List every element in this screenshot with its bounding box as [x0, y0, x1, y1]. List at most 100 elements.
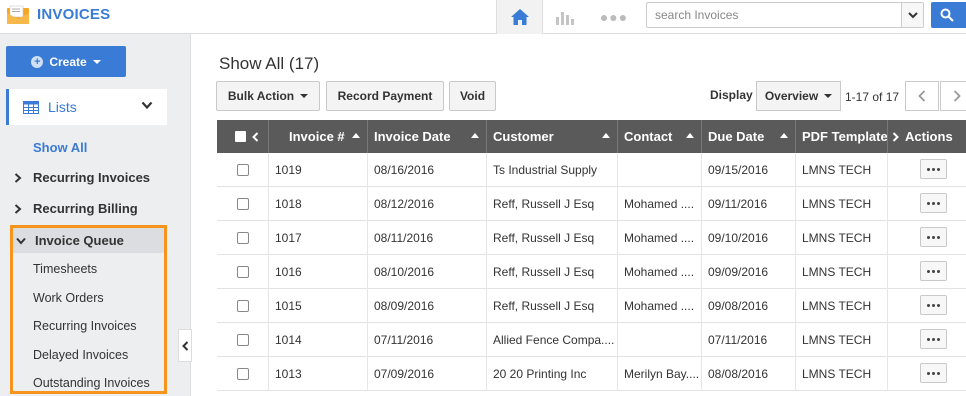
sidebar-item-invoice-queue[interactable]: Invoice Queue [13, 228, 164, 253]
cell-invoice-date-text: 08/11/2016 [374, 231, 434, 245]
row-actions-button[interactable] [920, 295, 947, 315]
cell-invoice-date: 08/11/2016 [368, 221, 487, 255]
row-checkbox[interactable] [237, 266, 249, 278]
chevron-right-icon [953, 90, 961, 102]
search-filter-dropdown[interactable] [901, 3, 923, 27]
cell-customer-text: 20 20 Printing Inc [493, 367, 587, 381]
cell-pdf-template: LMNS TECH [796, 187, 888, 221]
chevron-left-icon[interactable] [252, 131, 259, 142]
column-label: Customer [493, 129, 554, 144]
row-checkbox[interactable] [237, 198, 249, 210]
plus-icon: + [31, 55, 44, 68]
cell-contact-text: Mohamed .... [624, 231, 695, 245]
queue-item-recurring-invoices[interactable]: Recurring Invoices [33, 319, 137, 333]
column-label: Invoice Date [374, 129, 451, 144]
cell-invoice-number-text: 1013 [275, 367, 302, 381]
table-row[interactable]: 1014 07/11/2016 Allied Fence Compa.... 07/1… [217, 323, 966, 357]
cell-customer: Reff, Russell J Esq [487, 187, 618, 221]
row-actions-button[interactable] [920, 261, 947, 281]
cell-contact: Mohamed .... [618, 187, 702, 221]
row-actions-button[interactable] [920, 363, 947, 383]
column-invoice-number[interactable]: Invoice # [269, 120, 368, 153]
row-actions-button[interactable] [920, 159, 947, 179]
row-checkbox[interactable] [237, 232, 249, 244]
ellipsis-icon [927, 269, 940, 273]
sidebar: + Create Lists Show All Recurring Invoic… [0, 34, 191, 396]
sidebar-item-label: Recurring Invoices [33, 170, 151, 185]
show-all-link[interactable]: Show All [33, 140, 87, 155]
cell-contact [618, 323, 702, 357]
table-row[interactable]: 1013 07/09/2016 20 20 Printing Inc Merilyn … [217, 357, 966, 391]
cell-invoice-date-text: 08/12/2016 [374, 197, 435, 211]
table-row[interactable]: 1018 08/12/2016 Reff, Russell J Esq Mohamed… [217, 187, 966, 221]
table-row[interactable]: 1017 08/11/2016 Reff, Russell J Esq Mohamed… [217, 221, 966, 255]
cell-contact-text: Mohamed .... [624, 197, 695, 211]
ellipsis-icon [927, 167, 940, 171]
bulk-action-button[interactable]: Bulk Action [216, 81, 320, 111]
chevron-left-icon [918, 90, 926, 102]
row-checkbox[interactable] [237, 368, 249, 380]
column-actions[interactable]: Actions [888, 120, 966, 153]
queue-item-delayed-invoices[interactable]: Delayed Invoices [33, 348, 128, 362]
sort-up-icon [352, 133, 360, 138]
chevron-down-icon [141, 101, 153, 110]
column-pdf-template[interactable]: PDF Template [796, 120, 888, 153]
record-payment-button[interactable]: Record Payment [326, 81, 444, 111]
ellipsis-icon [927, 337, 940, 341]
create-button[interactable]: + Create [6, 46, 126, 77]
cell-due-date-text: 07/11/2016 [708, 333, 768, 347]
column-label: Contact [624, 129, 673, 144]
invoice-queue-section: Invoice Queue Timesheets Work Orders Rec… [10, 225, 167, 394]
void-button[interactable]: Void [449, 81, 496, 111]
sidebar-collapse-button[interactable] [178, 329, 192, 362]
table-row[interactable]: 1019 08/16/2016 Ts Industrial Supply 09/15/… [217, 153, 966, 187]
select-all-checkbox[interactable] [235, 131, 246, 142]
sidebar-item-recurring-billing[interactable]: Recurring Billing [14, 201, 138, 216]
next-page-button[interactable] [940, 81, 966, 111]
record-payment-label: Record Payment [337, 89, 433, 103]
cell-invoice-number: 1018 [269, 187, 368, 221]
search-input[interactable] [647, 3, 901, 27]
column-customer[interactable]: Customer [487, 120, 618, 153]
cell-pdf-template-text: LMNS TECH [802, 231, 872, 245]
cell-due-date-text: 09/09/2016 [708, 265, 769, 279]
home-tab[interactable] [496, 0, 543, 34]
row-checkbox[interactable] [237, 164, 249, 176]
display-select[interactable]: Overview [756, 81, 841, 111]
chevron-down-icon [907, 11, 918, 18]
page-title: Show All (17) [219, 54, 320, 73]
cell-invoice-number-text: 1018 [275, 197, 302, 211]
table-row[interactable]: 1015 08/09/2016 Reff, Russell J Esq Mohamed… [217, 289, 966, 323]
cell-actions [888, 187, 966, 221]
more-tab[interactable]: ●●● [590, 0, 638, 34]
column-due-date[interactable]: Due Date [702, 120, 796, 153]
row-checkbox[interactable] [237, 300, 249, 312]
cell-invoice-date: 07/09/2016 [368, 357, 487, 391]
cell-actions [888, 323, 966, 357]
home-icon [510, 9, 529, 25]
row-checkbox[interactable] [237, 334, 249, 346]
create-label: Create [49, 54, 87, 69]
cell-pdf-template: LMNS TECH [796, 255, 888, 289]
lists-dropdown[interactable]: Lists [6, 89, 167, 125]
prev-page-button[interactable] [905, 81, 939, 111]
row-actions-button[interactable] [920, 329, 947, 349]
cell-due-date: 09/10/2016 [702, 221, 796, 255]
sidebar-item-recurring-invoices[interactable]: Recurring Invoices [14, 170, 150, 185]
chevron-left-icon [181, 340, 188, 351]
cell-invoice-number-text: 1017 [275, 231, 302, 245]
queue-item-timesheets[interactable]: Timesheets [33, 262, 97, 276]
search-button[interactable] [931, 2, 966, 28]
queue-item-work-orders[interactable]: Work Orders [33, 291, 104, 305]
sort-up-icon [471, 133, 479, 138]
row-actions-button[interactable] [920, 227, 947, 247]
search-icon [940, 8, 954, 22]
reports-tab[interactable] [543, 0, 587, 34]
table-row[interactable]: 1016 08/10/2016 Reff, Russell J Esq Mohamed… [217, 255, 966, 289]
row-actions-button[interactable] [920, 193, 947, 213]
column-invoice-date[interactable]: Invoice Date [368, 120, 487, 153]
column-contact[interactable]: Contact [618, 120, 702, 153]
row-checkbox-cell [217, 323, 269, 357]
paging-info: 1-17 of 17 [845, 90, 900, 104]
queue-item-outstanding-invoices[interactable]: Outstanding Invoices [33, 376, 150, 390]
